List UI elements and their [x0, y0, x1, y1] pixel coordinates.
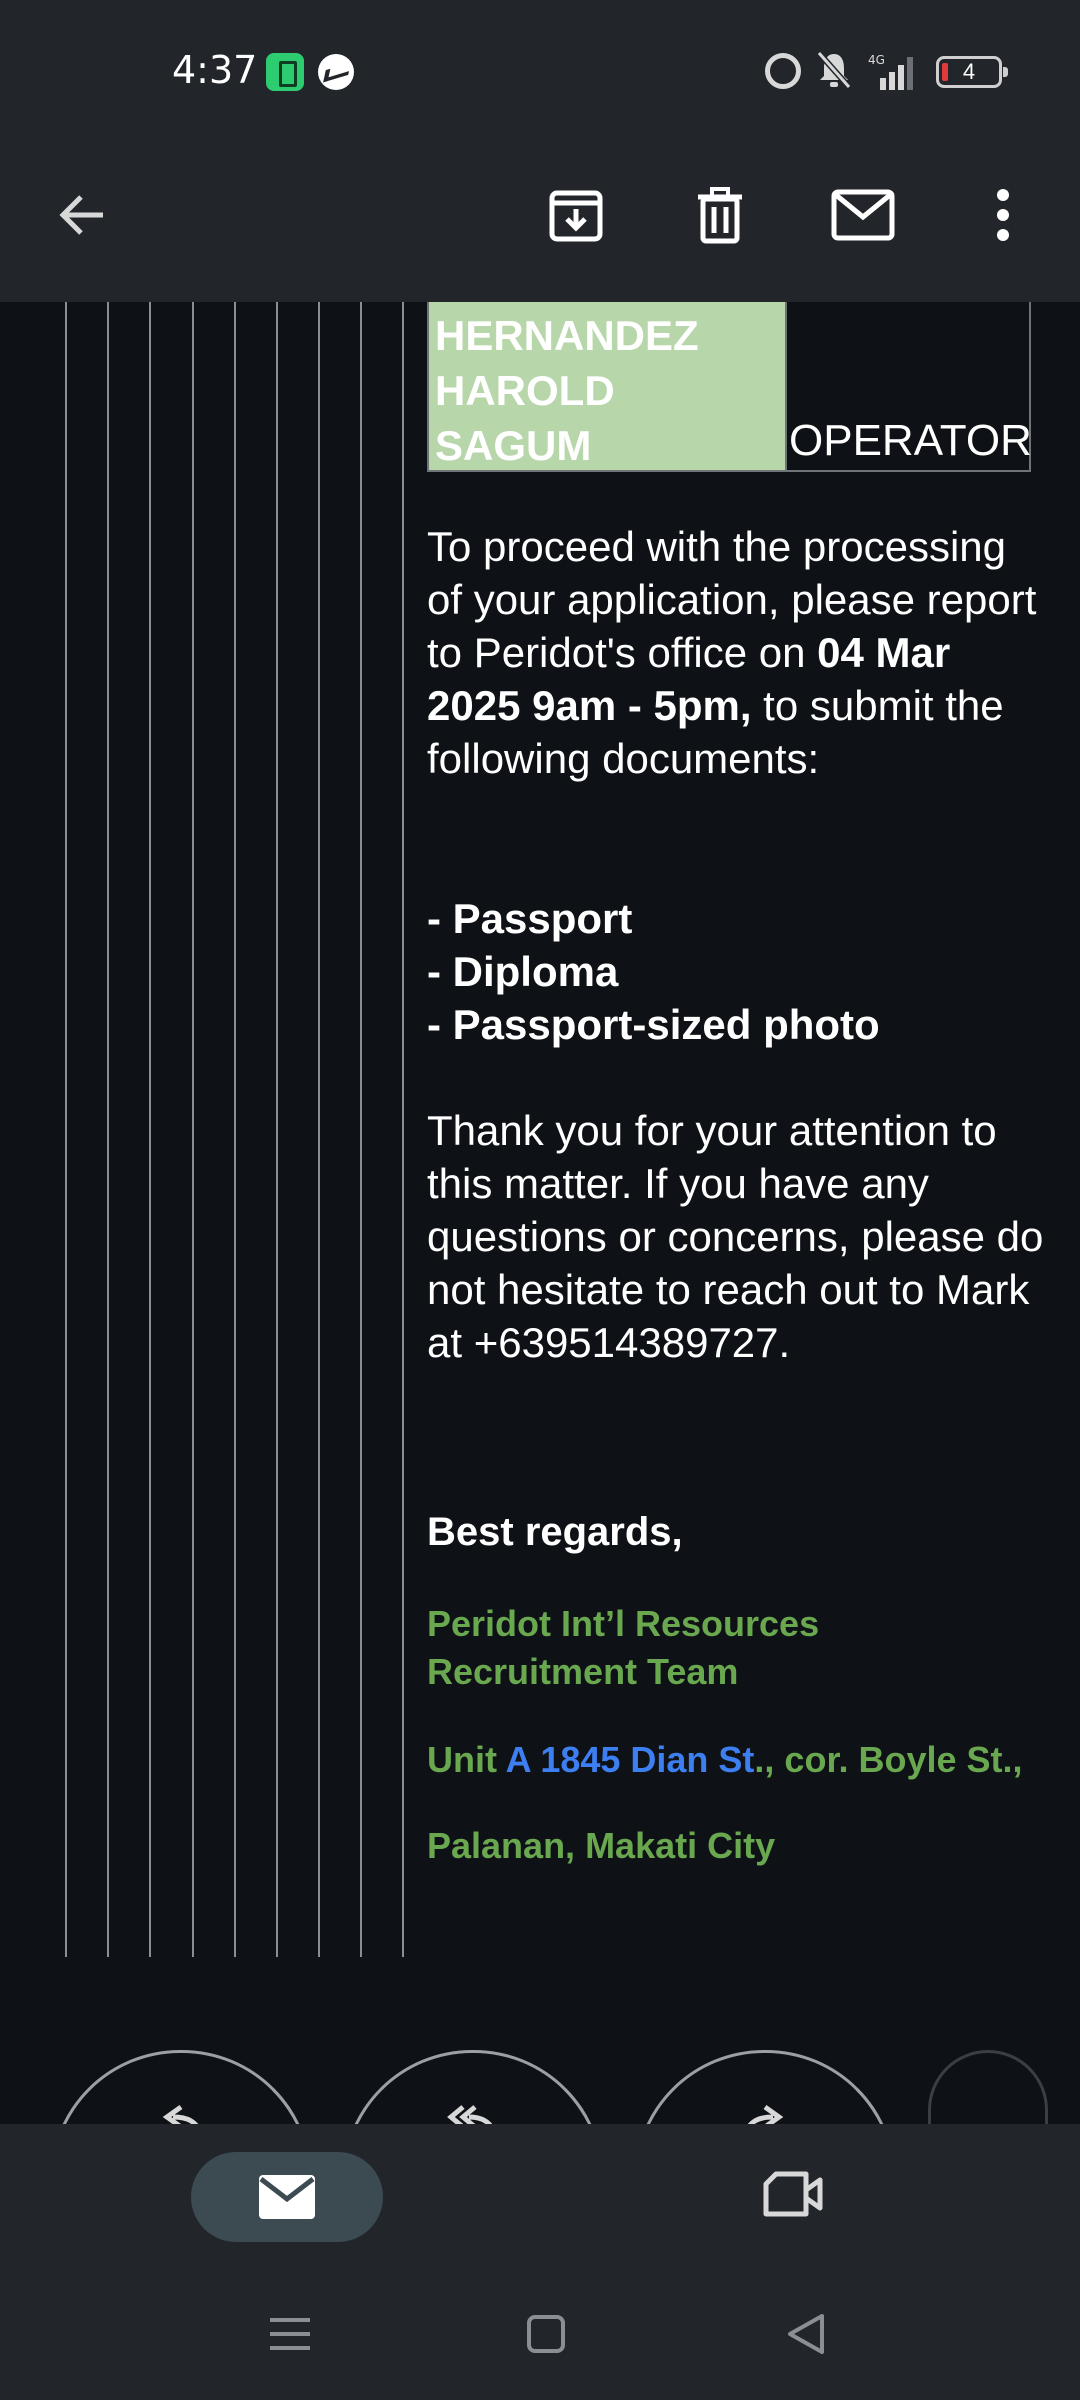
- tab-mail[interactable]: [191, 2152, 383, 2242]
- signature-address: Unit A 1845 Dian St., cor. Boyle St.,: [427, 1736, 1023, 1784]
- system-back-button[interactable]: [776, 2304, 836, 2364]
- battery-level: 4: [962, 59, 976, 84]
- reply-button[interactable]: [50, 2050, 312, 2124]
- battery-icon: 4: [936, 56, 1008, 88]
- document-item: - Passport-sized photo: [427, 1001, 880, 1048]
- mute-icon: [816, 50, 852, 90]
- delete-icon: [698, 187, 742, 244]
- document-item: - Diploma: [427, 948, 619, 995]
- table-border-line: [360, 302, 362, 1957]
- closing-regards: Best regards,: [427, 1510, 683, 1554]
- email-toolbar: [0, 140, 1080, 302]
- delete-button[interactable]: [675, 170, 765, 260]
- table-border-line: [149, 302, 151, 1957]
- table-border-line: [234, 302, 236, 1957]
- home-button[interactable]: [516, 2304, 576, 2364]
- applicant-position: OPERATOR: [789, 416, 1032, 465]
- table-border-line: [65, 302, 67, 1957]
- status-time: 4:37: [172, 48, 258, 92]
- forward-button[interactable]: [634, 2050, 896, 2124]
- messenger-icon: [318, 54, 354, 90]
- recents-menu-icon: [270, 2318, 310, 2350]
- back-button[interactable]: [38, 170, 128, 260]
- table-border-line: [192, 302, 194, 1957]
- mark-unread-icon: [831, 189, 895, 241]
- alarm-icon: [765, 53, 801, 89]
- applicant-name-line: HERNANDEZ: [435, 312, 699, 359]
- back-triangle-icon: [788, 2314, 824, 2354]
- recents-button[interactable]: [260, 2304, 320, 2364]
- reply-all-icon: [447, 2105, 493, 2124]
- more-vert-icon: [997, 189, 1009, 241]
- address-prefix: Unit: [427, 1739, 506, 1780]
- table-border-line: [402, 302, 404, 1957]
- table-border-line: [107, 302, 109, 1957]
- signature-team: Peridot Int’l Resources Recruitment Team: [427, 1600, 819, 1696]
- address-map-link[interactable]: A 1845 Dian St: [506, 1739, 755, 1780]
- mark-unread-button[interactable]: [818, 170, 908, 260]
- document-item: - Passport: [427, 895, 633, 942]
- bottom-navigation: [0, 2124, 1080, 2264]
- table-border-line: [276, 302, 278, 1957]
- signature-city: Palanan, Makati City: [427, 1825, 776, 1866]
- meet-video-icon: [763, 2171, 823, 2217]
- forward-icon: [747, 2104, 784, 2124]
- intro-paragraph: To proceed with the processing of your a…: [427, 520, 1047, 785]
- home-square-icon: [527, 2315, 565, 2353]
- signal-icon: 4G: [866, 52, 918, 92]
- battery-saver-icon: [266, 53, 304, 91]
- thanks-paragraph: Thank you for your attention to this mat…: [427, 1107, 1044, 1366]
- system-navigation: [0, 2264, 1080, 2400]
- applicant-name-cell: HERNANDEZ HAROLD SAGUM: [427, 302, 787, 472]
- archive-icon: [549, 190, 603, 242]
- documents-list: - Passport - Diploma - Passport-sized ph…: [427, 892, 1047, 1051]
- tab-meet[interactable]: [752, 2164, 832, 2224]
- status-bar: 4:37 4G 4: [0, 0, 1080, 140]
- reaction-button[interactable]: [928, 2050, 1048, 2124]
- table-border-lines: [0, 302, 420, 1957]
- network-type-label: 4G: [868, 53, 885, 67]
- signature-department: Recruitment Team: [427, 1651, 739, 1692]
- table-border-line: [318, 302, 320, 1957]
- reply-all-button[interactable]: [342, 2050, 604, 2124]
- back-arrow-icon: [59, 195, 103, 235]
- applicant-name-line: SAGUM: [435, 422, 592, 469]
- more-options-button[interactable]: [958, 170, 1048, 260]
- mail-icon: [259, 2175, 315, 2219]
- address-suffix: ., cor. Boyle St.,: [754, 1739, 1023, 1780]
- applicant-name-line: HAROLD: [435, 367, 615, 414]
- applicant-position-cell: OPERATOR: [785, 302, 1032, 472]
- email-body[interactable]: HERNANDEZ HAROLD SAGUM OPERATOR To proce…: [0, 302, 1080, 2124]
- signature-company: Peridot Int’l Resources: [427, 1603, 820, 1644]
- archive-button[interactable]: [531, 170, 621, 260]
- reply-icon: [162, 2104, 199, 2124]
- applicant-table-row: HERNANDEZ HAROLD SAGUM OPERATOR: [427, 302, 1032, 472]
